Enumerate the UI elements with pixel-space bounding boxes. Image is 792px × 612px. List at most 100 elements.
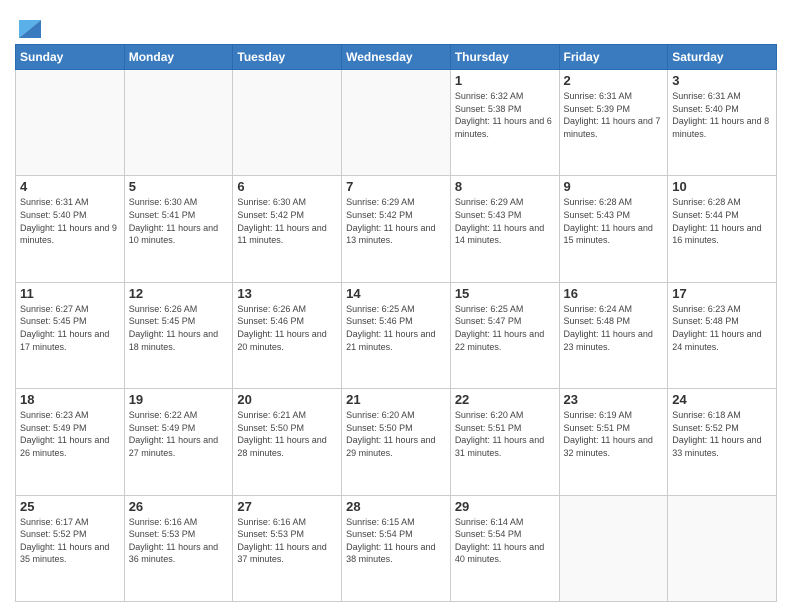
day-info: Sunrise: 6:29 AM Sunset: 5:42 PM Dayligh…	[346, 196, 446, 246]
day-number: 27	[237, 499, 337, 514]
day-number: 7	[346, 179, 446, 194]
day-info: Sunrise: 6:16 AM Sunset: 5:53 PM Dayligh…	[129, 516, 229, 566]
calendar-week-3: 18 Sunrise: 6:23 AM Sunset: 5:49 PM Dayli…	[16, 389, 777, 495]
calendar-cell: 18 Sunrise: 6:23 AM Sunset: 5:49 PM Dayli…	[16, 389, 125, 495]
day-number: 2	[564, 73, 664, 88]
day-info: Sunrise: 6:31 AM Sunset: 5:40 PM Dayligh…	[672, 90, 772, 140]
page: SundayMondayTuesdayWednesdayThursdayFrid…	[0, 0, 792, 612]
day-number: 4	[20, 179, 120, 194]
day-info: Sunrise: 6:30 AM Sunset: 5:41 PM Dayligh…	[129, 196, 229, 246]
day-number: 16	[564, 286, 664, 301]
calendar-week-1: 4Sunrise: 6:31 AM Sunset: 5:40 PM Daylig…	[16, 176, 777, 282]
calendar-header-tuesday: Tuesday	[233, 45, 342, 70]
day-info: Sunrise: 6:23 AM Sunset: 5:49 PM Dayligh…	[20, 409, 120, 459]
calendar-cell: 10Sunrise: 6:28 AM Sunset: 5:44 PM Dayli…	[668, 176, 777, 282]
calendar-header-thursday: Thursday	[450, 45, 559, 70]
calendar-header-monday: Monday	[124, 45, 233, 70]
day-info: Sunrise: 6:28 AM Sunset: 5:43 PM Dayligh…	[564, 196, 664, 246]
day-info: Sunrise: 6:25 AM Sunset: 5:46 PM Dayligh…	[346, 303, 446, 353]
calendar-cell: 8 Sunrise: 6:29 AM Sunset: 5:43 PM Daylig…	[450, 176, 559, 282]
day-info: Sunrise: 6:27 AM Sunset: 5:45 PM Dayligh…	[20, 303, 120, 353]
calendar-week-2: 11 Sunrise: 6:27 AM Sunset: 5:45 PM Dayli…	[16, 282, 777, 388]
calendar-cell: 29 Sunrise: 6:14 AM Sunset: 5:54 PM Dayli…	[450, 495, 559, 601]
day-number: 26	[129, 499, 229, 514]
calendar-cell	[233, 70, 342, 176]
calendar-cell: 24 Sunrise: 6:18 AM Sunset: 5:52 PM Dayli…	[668, 389, 777, 495]
calendar-cell: 20Sunrise: 6:21 AM Sunset: 5:50 PM Dayli…	[233, 389, 342, 495]
calendar-header-friday: Friday	[559, 45, 668, 70]
calendar-header-row: SundayMondayTuesdayWednesdayThursdayFrid…	[16, 45, 777, 70]
day-info: Sunrise: 6:19 AM Sunset: 5:51 PM Dayligh…	[564, 409, 664, 459]
calendar-cell: 3 Sunrise: 6:31 AM Sunset: 5:40 PM Daylig…	[668, 70, 777, 176]
header	[15, 10, 777, 38]
day-number: 12	[129, 286, 229, 301]
calendar-header-saturday: Saturday	[668, 45, 777, 70]
calendar-cell: 14Sunrise: 6:25 AM Sunset: 5:46 PM Dayli…	[342, 282, 451, 388]
calendar-cell: 25 Sunrise: 6:17 AM Sunset: 5:52 PM Dayli…	[16, 495, 125, 601]
day-number: 23	[564, 392, 664, 407]
day-info: Sunrise: 6:14 AM Sunset: 5:54 PM Dayligh…	[455, 516, 555, 566]
day-number: 3	[672, 73, 772, 88]
calendar-cell: 2 Sunrise: 6:31 AM Sunset: 5:39 PM Daylig…	[559, 70, 668, 176]
calendar-week-4: 25 Sunrise: 6:17 AM Sunset: 5:52 PM Dayli…	[16, 495, 777, 601]
day-info: Sunrise: 6:15 AM Sunset: 5:54 PM Dayligh…	[346, 516, 446, 566]
calendar-cell: 9 Sunrise: 6:28 AM Sunset: 5:43 PM Daylig…	[559, 176, 668, 282]
calendar-header-sunday: Sunday	[16, 45, 125, 70]
calendar-cell: 27 Sunrise: 6:16 AM Sunset: 5:53 PM Dayli…	[233, 495, 342, 601]
calendar-table: SundayMondayTuesdayWednesdayThursdayFrid…	[15, 44, 777, 602]
day-number: 11	[20, 286, 120, 301]
calendar-cell	[559, 495, 668, 601]
day-info: Sunrise: 6:31 AM Sunset: 5:39 PM Dayligh…	[564, 90, 664, 140]
day-info: Sunrise: 6:18 AM Sunset: 5:52 PM Dayligh…	[672, 409, 772, 459]
calendar-cell: 5 Sunrise: 6:30 AM Sunset: 5:41 PM Daylig…	[124, 176, 233, 282]
day-number: 13	[237, 286, 337, 301]
calendar-cell: 12 Sunrise: 6:26 AM Sunset: 5:45 PM Dayli…	[124, 282, 233, 388]
day-info: Sunrise: 6:26 AM Sunset: 5:46 PM Dayligh…	[237, 303, 337, 353]
day-info: Sunrise: 6:29 AM Sunset: 5:43 PM Dayligh…	[455, 196, 555, 246]
day-number: 29	[455, 499, 555, 514]
calendar-cell	[668, 495, 777, 601]
calendar-cell: 19 Sunrise: 6:22 AM Sunset: 5:49 PM Dayli…	[124, 389, 233, 495]
day-info: Sunrise: 6:30 AM Sunset: 5:42 PM Dayligh…	[237, 196, 337, 246]
calendar-cell: 22 Sunrise: 6:20 AM Sunset: 5:51 PM Dayli…	[450, 389, 559, 495]
calendar-week-0: 1Sunrise: 6:32 AM Sunset: 5:38 PM Daylig…	[16, 70, 777, 176]
day-number: 19	[129, 392, 229, 407]
calendar-cell: 7 Sunrise: 6:29 AM Sunset: 5:42 PM Daylig…	[342, 176, 451, 282]
day-info: Sunrise: 6:22 AM Sunset: 5:49 PM Dayligh…	[129, 409, 229, 459]
day-info: Sunrise: 6:26 AM Sunset: 5:45 PM Dayligh…	[129, 303, 229, 353]
day-info: Sunrise: 6:23 AM Sunset: 5:48 PM Dayligh…	[672, 303, 772, 353]
day-number: 22	[455, 392, 555, 407]
logo	[15, 14, 41, 38]
day-info: Sunrise: 6:28 AM Sunset: 5:44 PM Dayligh…	[672, 196, 772, 246]
day-info: Sunrise: 6:17 AM Sunset: 5:52 PM Dayligh…	[20, 516, 120, 566]
day-info: Sunrise: 6:25 AM Sunset: 5:47 PM Dayligh…	[455, 303, 555, 353]
calendar-cell	[124, 70, 233, 176]
day-info: Sunrise: 6:20 AM Sunset: 5:51 PM Dayligh…	[455, 409, 555, 459]
calendar-cell: 21Sunrise: 6:20 AM Sunset: 5:50 PM Dayli…	[342, 389, 451, 495]
day-info: Sunrise: 6:32 AM Sunset: 5:38 PM Dayligh…	[455, 90, 555, 140]
day-number: 25	[20, 499, 120, 514]
logo-icon	[19, 10, 41, 38]
calendar-cell	[16, 70, 125, 176]
calendar-cell: 1Sunrise: 6:32 AM Sunset: 5:38 PM Daylig…	[450, 70, 559, 176]
day-info: Sunrise: 6:24 AM Sunset: 5:48 PM Dayligh…	[564, 303, 664, 353]
calendar-cell: 17 Sunrise: 6:23 AM Sunset: 5:48 PM Dayli…	[668, 282, 777, 388]
day-number: 18	[20, 392, 120, 407]
calendar-cell: 28Sunrise: 6:15 AM Sunset: 5:54 PM Dayli…	[342, 495, 451, 601]
day-number: 17	[672, 286, 772, 301]
calendar-cell	[342, 70, 451, 176]
day-number: 24	[672, 392, 772, 407]
day-number: 5	[129, 179, 229, 194]
day-number: 15	[455, 286, 555, 301]
day-info: Sunrise: 6:16 AM Sunset: 5:53 PM Dayligh…	[237, 516, 337, 566]
calendar-cell: 23 Sunrise: 6:19 AM Sunset: 5:51 PM Dayli…	[559, 389, 668, 495]
day-number: 9	[564, 179, 664, 194]
calendar-cell: 13 Sunrise: 6:26 AM Sunset: 5:46 PM Dayli…	[233, 282, 342, 388]
day-number: 8	[455, 179, 555, 194]
calendar-cell: 4Sunrise: 6:31 AM Sunset: 5:40 PM Daylig…	[16, 176, 125, 282]
day-number: 20	[237, 392, 337, 407]
day-number: 21	[346, 392, 446, 407]
calendar-cell: 26 Sunrise: 6:16 AM Sunset: 5:53 PM Dayli…	[124, 495, 233, 601]
calendar-cell: 11 Sunrise: 6:27 AM Sunset: 5:45 PM Dayli…	[16, 282, 125, 388]
calendar-cell: 15 Sunrise: 6:25 AM Sunset: 5:47 PM Dayli…	[450, 282, 559, 388]
